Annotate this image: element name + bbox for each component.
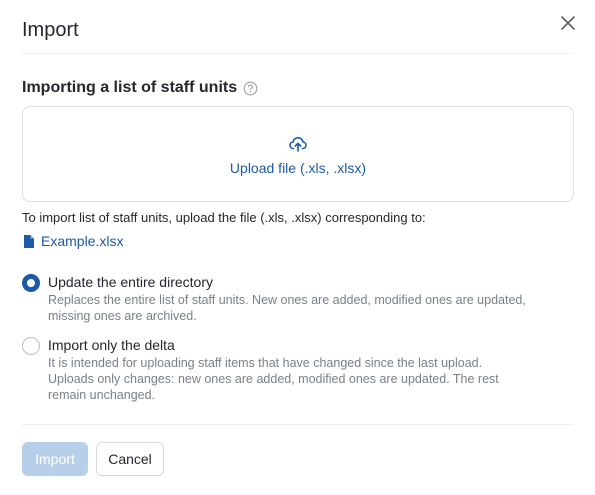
footer-divider <box>22 424 573 425</box>
cloud-upload-icon <box>288 134 308 154</box>
radio-update-entire-directory[interactable] <box>22 274 40 292</box>
import-dialog: Import Importing a list of staff units U… <box>0 0 595 495</box>
question-circle-icon[interactable] <box>243 81 258 96</box>
cancel-button[interactable]: Cancel <box>96 442 164 476</box>
import-hint: To import list of staff units, upload th… <box>22 210 426 225</box>
example-file-label[interactable]: Example.xlsx <box>41 233 123 249</box>
option-description: Replaces the entire list of staff units.… <box>48 293 526 323</box>
example-file-link[interactable]: Example.xlsx <box>23 233 123 249</box>
radio-import-only-delta[interactable] <box>22 337 40 355</box>
close-icon[interactable] <box>557 12 579 34</box>
option-label[interactable]: Import only the delta <box>48 337 499 353</box>
option-update-entire-directory[interactable]: Update the entire directory Replaces the… <box>22 274 526 324</box>
file-icon <box>23 234 35 249</box>
upload-dropzone[interactable]: Upload file (.xls, .xlsx) <box>22 106 574 202</box>
dialog-title: Import <box>22 19 79 41</box>
option-text: Update the entire directory Replaces the… <box>48 274 526 324</box>
option-text: Import only the delta It is intended for… <box>48 337 499 403</box>
dialog-header: Import <box>22 0 575 54</box>
upload-file-label[interactable]: Upload file (.xls, .xlsx) <box>230 160 366 176</box>
import-button[interactable]: Import <box>22 442 88 476</box>
option-description: It is intended for uploading staff items… <box>48 356 499 402</box>
section-title-label: Importing a list of staff units <box>22 79 238 96</box>
option-label[interactable]: Update the entire directory <box>48 274 526 290</box>
section-title: Importing a list of staff units <box>22 79 258 97</box>
option-import-only-delta[interactable]: Import only the delta It is intended for… <box>22 337 499 403</box>
